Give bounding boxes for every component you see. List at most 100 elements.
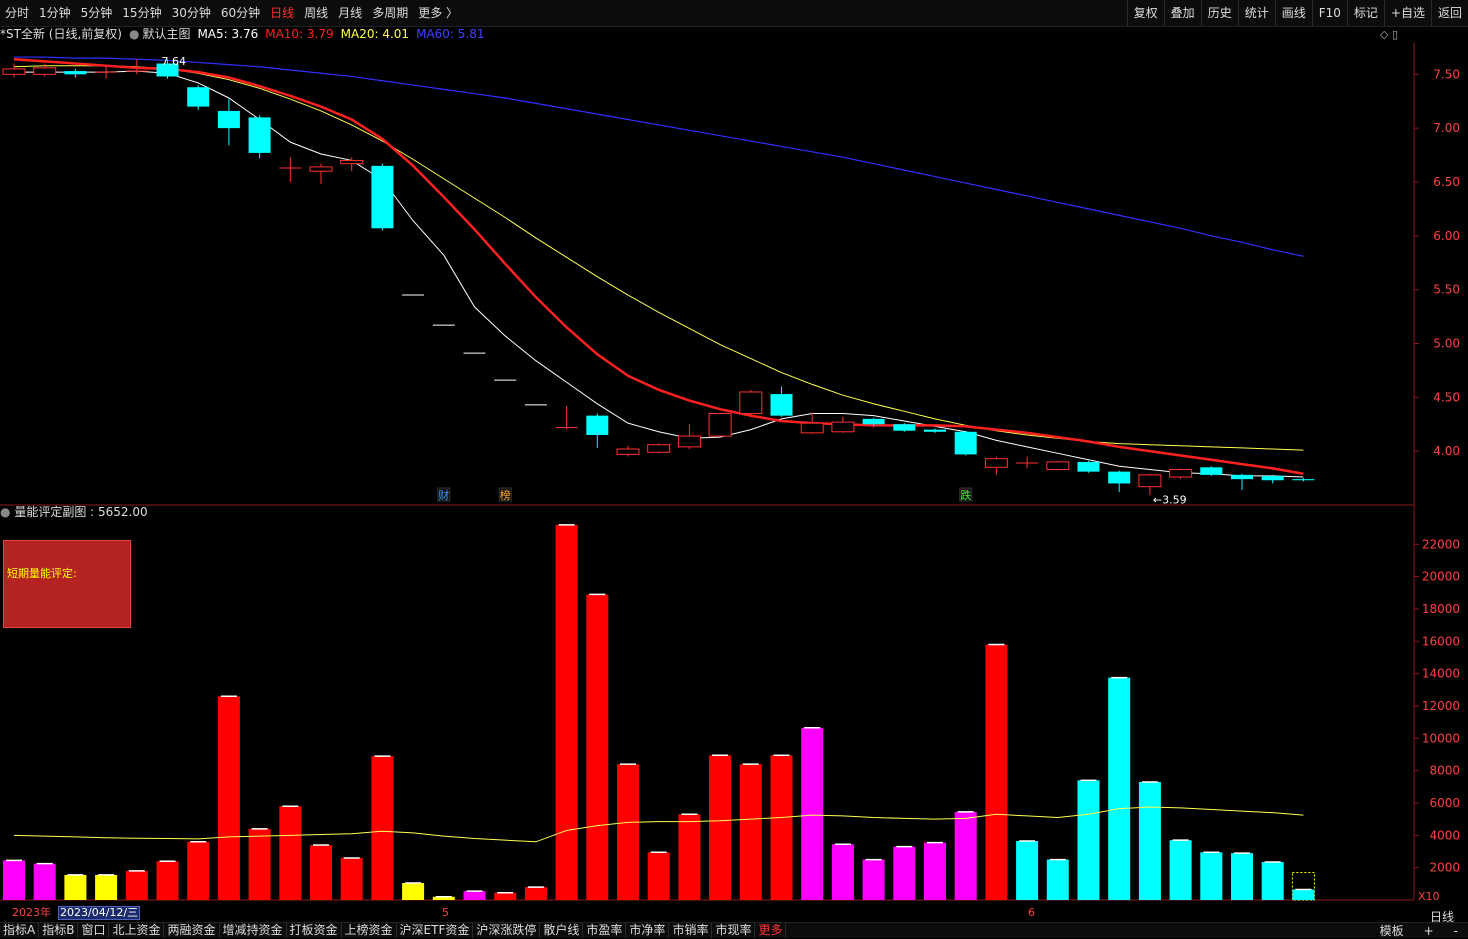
volume-bar [831,844,854,900]
indicator-tab-7[interactable]: 上榜资金 [342,923,397,938]
price-tick-label: 6.00 [1433,229,1460,243]
bottom-right-controls: 模板 + - [1370,922,1468,939]
bottom-control-0[interactable]: 模板 [1370,922,1414,939]
indicator-tab-2[interactable]: 窗口 [78,923,110,938]
volume-bar [1292,889,1315,900]
volume-bar [248,828,271,900]
candle-body [187,87,210,107]
volume-bar [279,806,302,900]
price-tick-label: 4.50 [1433,390,1460,404]
indicator-tab-13[interactable]: 市销率 [669,923,713,938]
volume-bar [1138,781,1161,900]
price-volume-chart[interactable]: 7.50 7.00 6.50 6.00 5.50 5.00 4.50 4.00 22000 200… [0,0,1468,937]
date-axis: 2023年 2023/04/12/三 5 6 [0,906,1414,920]
candle-body [371,165,394,229]
volume-bar [340,857,363,900]
volume-unit-label: X10 [1418,890,1440,903]
year-label: 2023年 [12,906,51,919]
volume-bar [33,863,56,900]
sub-info-line: ● 量能评定副图 : 5652.00 [0,504,148,520]
indicator-tab-6[interactable]: 打板资金 [287,923,342,938]
volume-bar [678,814,701,900]
volume-rating-label: 短期量能评定: [7,567,77,580]
candle-body [248,117,271,153]
volume-bar [125,870,148,900]
candle-body [831,421,855,433]
volume-bar [1200,852,1223,900]
volume-tick-label: 8000 [1429,764,1460,778]
indicator-tab-9[interactable]: 沪深涨跌停 [473,923,541,938]
sub-toggle-icon[interactable]: ● [0,505,10,519]
indicator-tab-1[interactable]: 指标B [39,923,79,938]
candle-body [677,435,701,448]
volume-bar [402,883,425,900]
candle-body [1077,461,1100,472]
volume-bar [893,846,916,900]
month-label-5: 5 [442,906,449,919]
price-tick-label: 4.00 [1433,444,1460,458]
volume-bar [862,859,885,900]
candle-body [1231,474,1253,480]
volume-tick-label: 4000 [1429,828,1460,842]
candle-body [1292,479,1315,481]
price-tick-label: 5.00 [1433,336,1460,350]
volume-bar [985,644,1008,900]
candle-body [862,418,885,425]
volume-bar [739,764,762,900]
month-label-6: 6 [1028,906,1035,919]
cursor-date: 2023/04/12/三 [58,906,141,920]
volume-tick-label: 20000 [1422,570,1460,584]
volume-bar [924,842,946,900]
volume-bar [709,755,732,900]
volume-bar [617,764,639,900]
volume-bar [954,811,977,900]
sub-indicator-title: 量能评定副图 : 5652.00 [14,505,148,519]
volume-tick-label: 6000 [1429,796,1460,810]
volume-bar [95,874,118,900]
indicator-tab-11[interactable]: 市盈率 [583,923,627,938]
event-marker-1[interactable]: 榜 [500,488,511,502]
volume-bar [1169,840,1192,900]
indicator-tab-0[interactable]: 指标A [0,923,40,938]
volume-bar [1016,840,1039,900]
candle-body [586,415,609,436]
ma5-line [14,70,1304,478]
candle-body [647,444,671,453]
candle-body [1200,467,1223,475]
candle-body [708,412,732,437]
volume-rating-box: 短期量能评定: [3,540,131,628]
volume-tick-label: 22000 [1422,537,1460,551]
candle-body [616,448,640,455]
indicator-tab-12[interactable]: 市净率 [626,923,670,938]
volume-tick-label: 18000 [1422,602,1460,616]
candle-body [64,71,87,75]
candle-body [924,429,946,432]
event-marker-2[interactable]: 跌 [960,488,971,502]
bottom-control-1[interactable]: + [1414,924,1444,938]
volume-bar [1077,780,1100,900]
indicator-tab-5[interactable]: 增减持资金 [220,923,287,938]
volume-tick-label: 16000 [1422,634,1460,648]
volume-bar [310,845,332,900]
indicator-tab-15[interactable]: 更多 [755,923,787,938]
indicator-tab-3[interactable]: 北上资金 [109,923,165,938]
indicator-tab-10[interactable]: 散户线 [540,923,584,938]
volume-bar [1231,853,1253,900]
volume-bar [1261,862,1284,900]
candle-body [309,166,333,172]
candle-body [1261,475,1284,481]
price-tick-label: 6.50 [1433,175,1460,189]
event-marker-0[interactable]: 财 [438,488,449,502]
indicator-tab-8[interactable]: 沪深ETF资金 [397,923,474,938]
bottom-control-2[interactable]: - [1444,924,1468,938]
volume-bar [647,852,670,900]
high-price-label: 7.64 [162,55,187,68]
ma20-line [13,65,1304,451]
indicator-tabs: 指标A 指标B 窗口 北上资金 两融资金 增减持资金 打板资金 上榜资金 沪深ETF资金 沪深涨跌… [0,923,787,938]
bottom-toolbar: 指标A 指标B 窗口 北上资金 两融资金 增减持资金 打板资金 上榜资金 沪深ETF资金 沪深涨跌… [0,922,1468,938]
indicator-tab-14[interactable]: 市现率 [712,923,756,938]
ma10-line [13,57,1304,476]
volume-bar [463,891,486,900]
indicator-tab-4[interactable]: 两融资金 [164,923,220,938]
volume-bar [187,841,210,900]
